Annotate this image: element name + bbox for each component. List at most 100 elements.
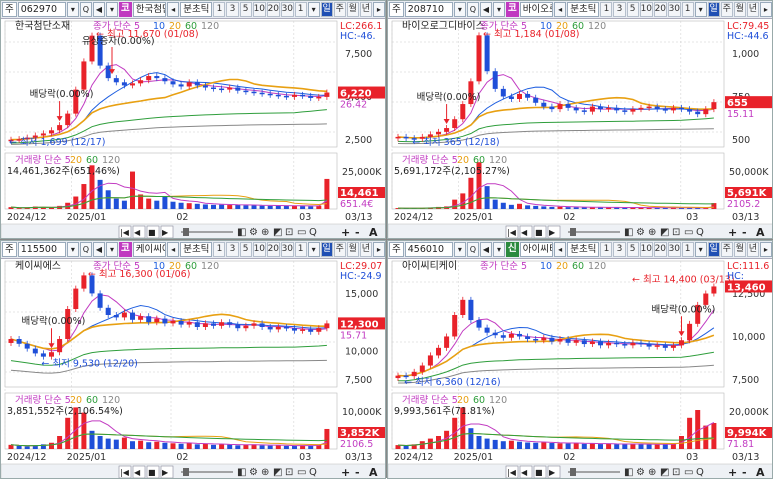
main-menu-button[interactable]: 주 [389, 2, 404, 17]
sound-icon[interactable]: ◀ [92, 242, 105, 257]
bunchotick-button[interactable]: 분초틱 [180, 242, 213, 257]
tool-icon[interactable]: ▭ [684, 467, 693, 478]
tool-icon[interactable]: ⚙ [636, 467, 645, 478]
tool-icon[interactable]: ◧ [624, 227, 633, 238]
nav-left-icon[interactable]: ◂ [167, 242, 180, 257]
period-button-5[interactable]: 30 [280, 242, 294, 257]
tool-icon[interactable]: ⊕ [261, 227, 269, 238]
zoom-control-0[interactable]: + [341, 466, 350, 479]
nav-left-icon[interactable]: ◂ [554, 2, 567, 17]
sound-icon[interactable]: ◀ [92, 2, 105, 17]
zoom-control-1[interactable]: - [742, 226, 747, 239]
zoom-control-1[interactable]: - [742, 466, 747, 479]
nav-left-icon[interactable]: ◂ [167, 2, 180, 17]
period-button-1[interactable]: 3 [613, 242, 626, 257]
main-menu-button[interactable]: 주 [2, 242, 17, 257]
period-button-6[interactable]: 1 [681, 2, 694, 17]
tool-icon[interactable]: Q [309, 467, 317, 478]
tool-icon[interactable]: ⊡ [285, 467, 293, 478]
tool-icon[interactable]: ⊡ [285, 227, 293, 238]
period-button-4[interactable]: 20 [653, 2, 667, 17]
period-dropdown-icon[interactable]: ▾ [307, 2, 320, 17]
main-menu-button[interactable]: 주 [389, 242, 404, 257]
period-button-3[interactable]: 10 [639, 2, 653, 17]
scroll-controls[interactable]: |◀ ◀ ■ ▶ ◧ ⚙ ⊕ ◩ ⊡ ▭ Q + - A [1, 223, 386, 239]
tool-icon[interactable]: ⊕ [261, 467, 269, 478]
menu-icon[interactable]: ▾ [105, 242, 118, 257]
zoom-control-1[interactable]: - [355, 226, 360, 239]
period-dropdown-icon[interactable]: ▾ [694, 2, 707, 17]
scroll-controls[interactable]: |◀ ◀ ■ ▶ ◧ ⚙ ⊕ ◩ ⊡ ▭ Q + - A [388, 463, 773, 479]
more-icon[interactable]: ▸ [372, 242, 385, 257]
scroll-controls[interactable]: |◀ ◀ ■ ▶ ◧ ⚙ ⊕ ◩ ⊡ ▭ Q + - A [1, 463, 386, 479]
tool-icon[interactable]: ◩ [273, 227, 282, 238]
tool-icon[interactable]: Q [696, 227, 704, 238]
dropdown-icon[interactable]: ▾ [453, 2, 466, 17]
tool-icon[interactable]: Q [696, 467, 704, 478]
tool-icon[interactable]: ⊕ [648, 467, 656, 478]
period-button-6[interactable]: 1 [294, 242, 307, 257]
period-button-0[interactable]: 1 [600, 242, 613, 257]
monthly-button[interactable]: 월 [733, 242, 746, 257]
zoom-slider-handle[interactable] [183, 468, 189, 476]
bunchotick-button[interactable]: 분초틱 [180, 2, 213, 17]
period-button-0[interactable]: 1 [213, 2, 226, 17]
stock-code-input[interactable]: 208710 [404, 2, 453, 17]
scroll-controls[interactable]: |◀ ◀ ■ ▶ ◧ ⚙ ⊕ ◩ ⊡ ▭ Q + - A [388, 223, 773, 239]
menu-icon[interactable]: ▾ [105, 2, 118, 17]
search-icon[interactable]: Q [79, 2, 92, 17]
period-button-0[interactable]: 1 [600, 2, 613, 17]
period-button-4[interactable]: 20 [266, 2, 280, 17]
zoom-control-0[interactable]: + [728, 466, 737, 479]
more-icon[interactable]: ▸ [759, 242, 772, 257]
zoom-control-0[interactable]: + [728, 226, 737, 239]
menu-icon[interactable]: ▾ [492, 2, 505, 17]
monthly-button[interactable]: 월 [733, 2, 746, 17]
period-button-4[interactable]: 20 [653, 242, 667, 257]
tool-icon[interactable]: ⊡ [672, 227, 680, 238]
zoom-control-0[interactable]: + [341, 226, 350, 239]
dropdown-icon[interactable]: ▾ [453, 242, 466, 257]
more-icon[interactable]: ▸ [759, 2, 772, 17]
stock-code-input[interactable]: 115500 [17, 242, 66, 257]
period-button-6[interactable]: 1 [681, 242, 694, 257]
tool-icon[interactable]: ▭ [297, 227, 306, 238]
sound-icon[interactable]: ◀ [479, 242, 492, 257]
nav-left-icon[interactable]: ◂ [554, 242, 567, 257]
period-button-2[interactable]: 5 [626, 242, 639, 257]
tool-icon[interactable]: Q [309, 227, 317, 238]
period-dropdown-icon[interactable]: ▾ [307, 242, 320, 257]
daily-button[interactable]: 일 [320, 2, 333, 17]
period-button-2[interactable]: 5 [626, 2, 639, 17]
main-menu-button[interactable]: 주 [2, 2, 17, 17]
weekly-button[interactable]: 주 [720, 242, 733, 257]
period-button-1[interactable]: 3 [613, 2, 626, 17]
bunchotick-button[interactable]: 분초틱 [567, 2, 600, 17]
period-dropdown-icon[interactable]: ▾ [694, 242, 707, 257]
tool-icon[interactable]: ⊡ [672, 467, 680, 478]
tool-icon[interactable]: ◧ [624, 467, 633, 478]
sound-icon[interactable]: ◀ [479, 2, 492, 17]
zoom-control-2[interactable]: A [756, 226, 765, 239]
period-button-5[interactable]: 30 [667, 242, 681, 257]
period-button-6[interactable]: 1 [294, 2, 307, 17]
dropdown-icon[interactable]: ▾ [66, 2, 79, 17]
zoom-slider-handle[interactable] [570, 228, 576, 236]
period-button-1[interactable]: 3 [226, 2, 239, 17]
search-icon[interactable]: Q [79, 242, 92, 257]
zoom-slider-handle[interactable] [570, 468, 576, 476]
tool-icon[interactable]: ◩ [660, 467, 669, 478]
stock-code-input[interactable]: 456010 [404, 242, 453, 257]
period-button-5[interactable]: 30 [280, 2, 294, 17]
yearly-button[interactable]: 년 [746, 242, 759, 257]
zoom-control-2[interactable]: A [369, 466, 378, 479]
tool-icon[interactable]: ⊕ [648, 227, 656, 238]
search-icon[interactable]: Q [466, 2, 479, 17]
period-button-3[interactable]: 10 [252, 242, 266, 257]
period-button-3[interactable]: 10 [639, 242, 653, 257]
bunchotick-button[interactable]: 분초틱 [567, 242, 600, 257]
weekly-button[interactable]: 주 [720, 2, 733, 17]
dropdown-icon[interactable]: ▾ [66, 242, 79, 257]
yearly-button[interactable]: 년 [359, 2, 372, 17]
tool-icon[interactable]: ▭ [684, 227, 693, 238]
